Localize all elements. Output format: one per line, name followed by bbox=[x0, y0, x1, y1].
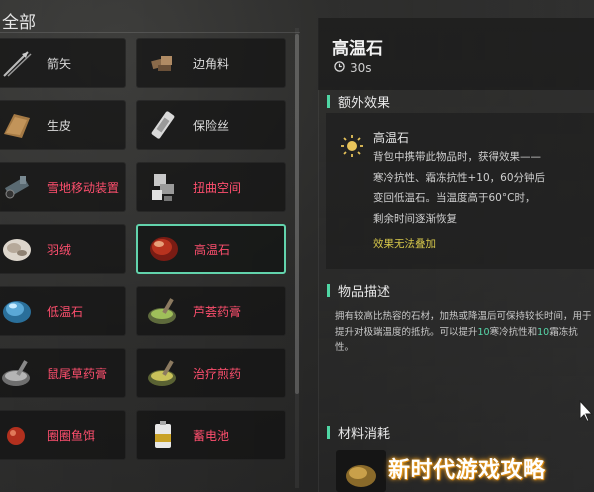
item-label: 保险丝 bbox=[193, 118, 230, 133]
inventory-item-arrows[interactable]: 箭矢 bbox=[0, 38, 126, 88]
item-label: 扭曲空间 bbox=[193, 180, 242, 195]
effect-line: 变回低温石。当温度高于60°C时， bbox=[373, 192, 536, 204]
healing-decoction-icon bbox=[145, 355, 181, 391]
inventory-scrollbar-thumb[interactable] bbox=[295, 34, 299, 394]
section-title-text: 物品描述 bbox=[338, 285, 391, 300]
desc-highlight-number: 10 bbox=[477, 326, 490, 338]
inventory-item-aloe-ointment[interactable]: 芦荟药膏 bbox=[136, 286, 286, 336]
inventory-item-sage-ointment[interactable]: 鼠尾草药膏 bbox=[0, 348, 126, 398]
arrow-icon bbox=[0, 45, 35, 81]
item-description: 拥有较高比热容的石材，加热或降温后可保持较长时间，用于提升对极端温度的抵抗。可以… bbox=[335, 309, 593, 356]
effect-name: 高温石 bbox=[373, 131, 410, 145]
rawhide-icon bbox=[0, 107, 35, 143]
description-section-title: 物品描述 bbox=[327, 281, 390, 300]
effect-line: 背包中携带此物品时，获得效果—— bbox=[373, 151, 541, 163]
item-label: 蓄电池 bbox=[193, 428, 230, 443]
item-label: 圈圈鱼饵 bbox=[47, 428, 96, 443]
item-label: 鼠尾草药膏 bbox=[47, 366, 108, 381]
desc-text-part: 寒冷抗性和 bbox=[489, 326, 538, 338]
inventory-item-down-feather[interactable]: 羽绒 bbox=[0, 224, 126, 274]
effect-line: 剩余时间逐渐恢复 bbox=[373, 212, 457, 225]
category-title: 全部 bbox=[2, 13, 36, 33]
timer-value: 30s bbox=[350, 61, 372, 75]
sage-ointment-icon bbox=[0, 355, 35, 391]
inventory-item-fuse[interactable]: 保险丝 bbox=[136, 100, 286, 150]
item-label: 雪地移动装置 bbox=[47, 180, 120, 195]
inventory-item-cold-stone[interactable]: 低温石 bbox=[0, 286, 126, 336]
inventory-item-scrap[interactable]: 边角料 bbox=[136, 38, 286, 88]
inventory-item-hot-stone[interactable]: 高温石 bbox=[136, 224, 286, 274]
material-slot[interactable] bbox=[336, 450, 386, 492]
cold-stone-icon bbox=[0, 293, 35, 329]
cursor-icon bbox=[579, 399, 594, 426]
hot-stone-icon bbox=[146, 231, 182, 267]
inventory-item-snow-mobile-device[interactable]: 雪地移动装置 bbox=[0, 162, 126, 212]
item-detail-name: 高温石 bbox=[332, 39, 383, 59]
section-accent-bar bbox=[327, 426, 330, 439]
item-timer: 30s bbox=[334, 61, 372, 75]
effect-description: 背包中携带此物品时，获得效果—— 寒冷抗性、霜冻抗性+10，60分钟后 变回低温… bbox=[373, 147, 585, 229]
section-accent-bar bbox=[327, 95, 330, 108]
section-title-text: 材料消耗 bbox=[338, 427, 391, 442]
desc-highlight-number: 10 bbox=[537, 326, 550, 338]
inventory-item-healing-decoction[interactable]: 治疗煎药 bbox=[136, 348, 286, 398]
item-label: 低温石 bbox=[47, 304, 84, 319]
inventory-item-battery[interactable]: 蓄电池 bbox=[136, 410, 286, 460]
aloe-ointment-icon bbox=[145, 293, 181, 329]
materials-section-title: 材料消耗 bbox=[327, 423, 390, 442]
effect-warning: 效果无法叠加 bbox=[373, 238, 436, 250]
watermark-text: 新时代游戏攻略 bbox=[388, 458, 546, 483]
item-label: 生皮 bbox=[47, 118, 72, 133]
item-label: 箭矢 bbox=[47, 56, 72, 71]
inventory-grid: 箭矢 边角料 生皮 保险丝 雪地移动装置 扭曲空间 羽绒 高温石 低温石 芦荟药… bbox=[0, 38, 286, 460]
section-title-text: 额外效果 bbox=[338, 96, 391, 111]
sun-icon bbox=[340, 134, 364, 162]
snow-mobile-device-icon bbox=[0, 169, 35, 205]
item-label: 芦荟药膏 bbox=[193, 304, 242, 319]
scrap-icon bbox=[145, 45, 181, 81]
fuse-icon bbox=[145, 107, 181, 143]
effect-line: 寒冷抗性、霜冻抗性+10，60分钟后 bbox=[373, 171, 546, 184]
inventory-item-ring-bait[interactable]: 圈圈鱼饵 bbox=[0, 410, 126, 460]
ring-bait-icon bbox=[0, 417, 35, 453]
material-stone-icon bbox=[346, 465, 376, 487]
twisted-space-icon bbox=[145, 169, 181, 205]
clock-icon bbox=[334, 61, 345, 75]
extra-effect-section-title: 额外效果 bbox=[327, 92, 390, 111]
category-divider bbox=[0, 32, 300, 33]
battery-icon bbox=[145, 417, 181, 453]
inventory-item-rawhide[interactable]: 生皮 bbox=[0, 100, 126, 150]
item-label: 治疗煎药 bbox=[193, 366, 242, 381]
inventory-item-twisted-space[interactable]: 扭曲空间 bbox=[136, 162, 286, 212]
down-feather-icon bbox=[0, 231, 35, 267]
item-label: 高温石 bbox=[194, 242, 231, 257]
item-label: 边角料 bbox=[193, 56, 230, 71]
section-accent-bar bbox=[327, 284, 330, 297]
item-label: 羽绒 bbox=[47, 242, 72, 257]
